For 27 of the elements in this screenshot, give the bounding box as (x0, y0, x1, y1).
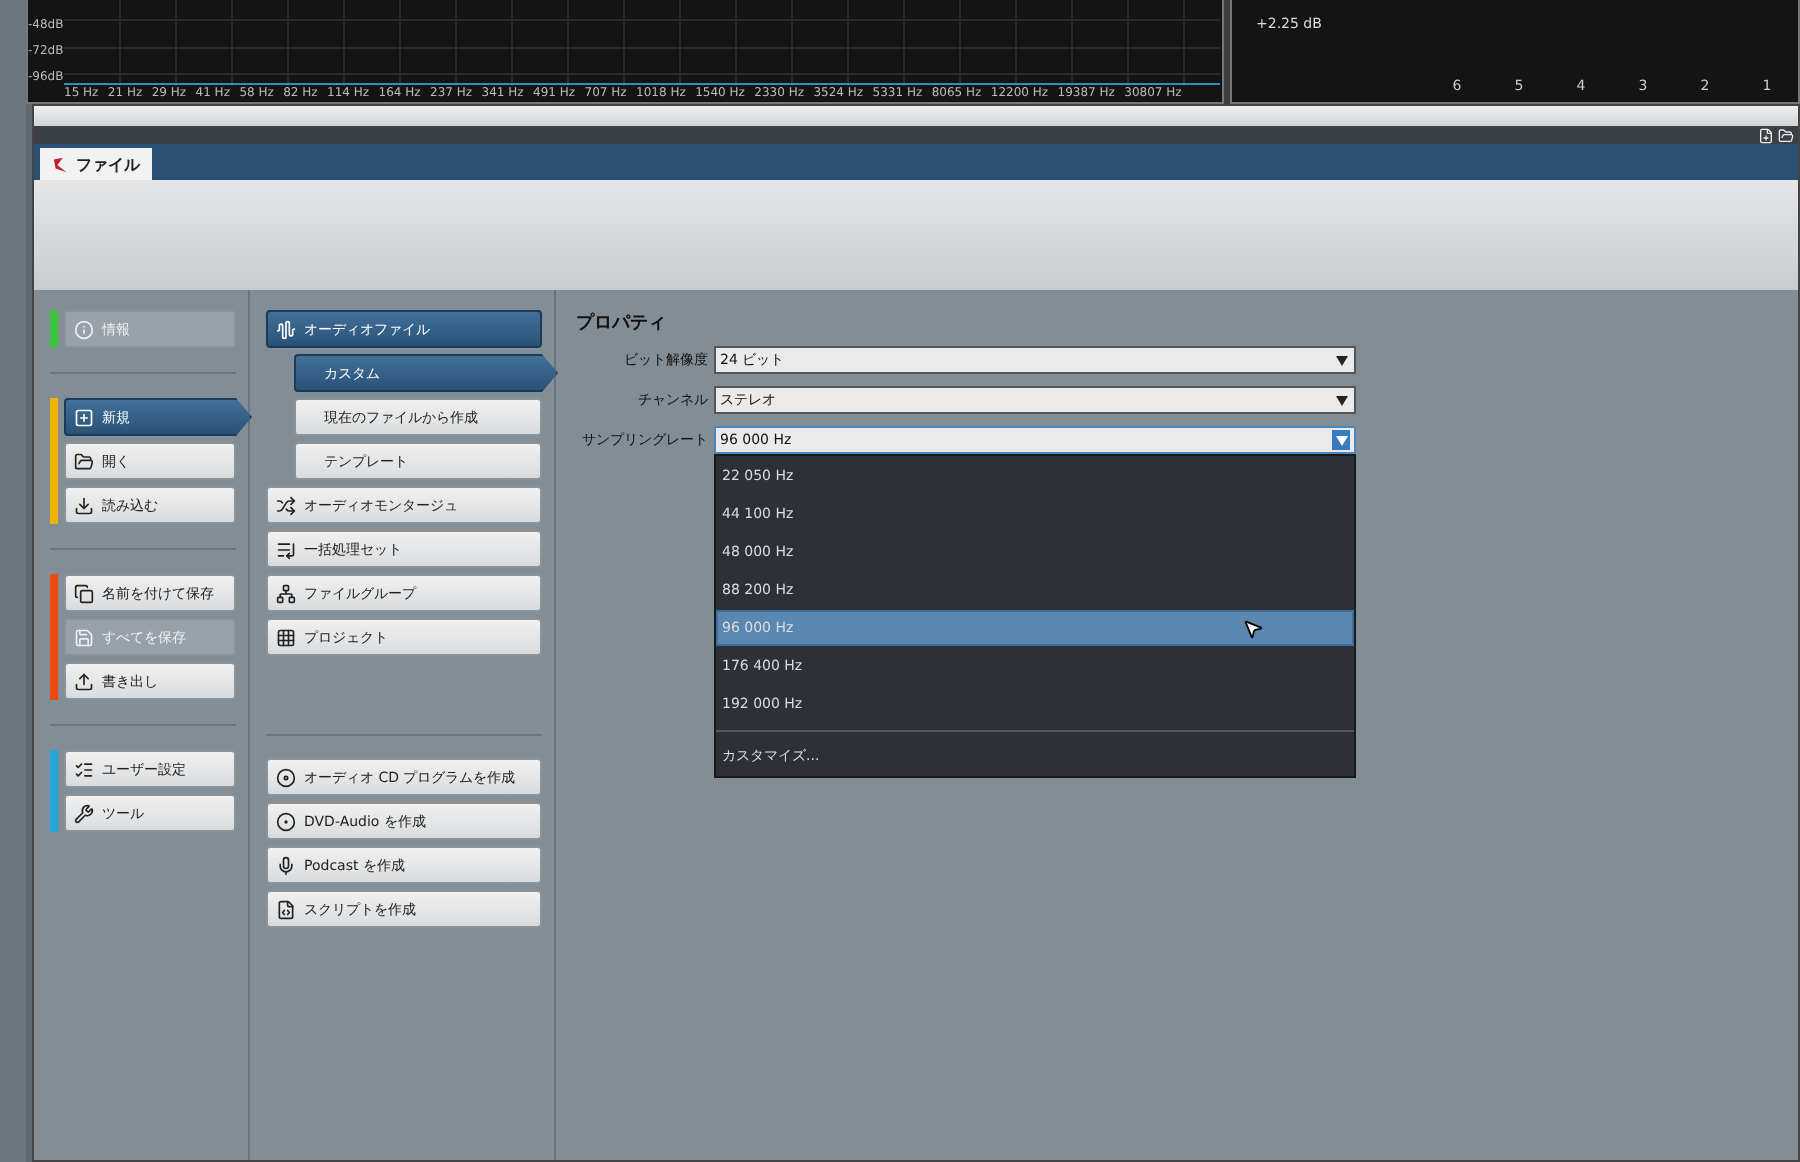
mouse-cursor-icon (1242, 618, 1264, 640)
disc-icon (276, 811, 296, 831)
wrench-icon (74, 803, 94, 823)
new-document-icon (74, 407, 94, 427)
section-title: プロパティ (576, 310, 668, 336)
hierarchy-icon (276, 583, 296, 603)
new-document-icon[interactable] (1758, 127, 1774, 143)
script-icon (276, 899, 296, 919)
info-icon (74, 319, 94, 339)
save-icon (74, 627, 94, 647)
waveform-icon (276, 319, 296, 339)
checklist-icon (74, 759, 94, 779)
copy-icon (74, 583, 94, 603)
download-icon (74, 495, 94, 515)
upload-icon (74, 671, 94, 691)
caret-icon (1335, 435, 1347, 445)
caret-icon (1335, 355, 1347, 365)
tab[interactable]: ファイル (40, 148, 152, 180)
folder-icon[interactable] (1778, 127, 1794, 143)
list-icon (276, 539, 296, 559)
folder-icon (74, 451, 94, 471)
logo-icon (52, 155, 70, 173)
disc-icon (276, 767, 296, 787)
caret-icon (1335, 395, 1347, 405)
microphone-icon (276, 855, 296, 875)
grid-icon (276, 627, 296, 647)
shuffle-icon (276, 495, 296, 515)
